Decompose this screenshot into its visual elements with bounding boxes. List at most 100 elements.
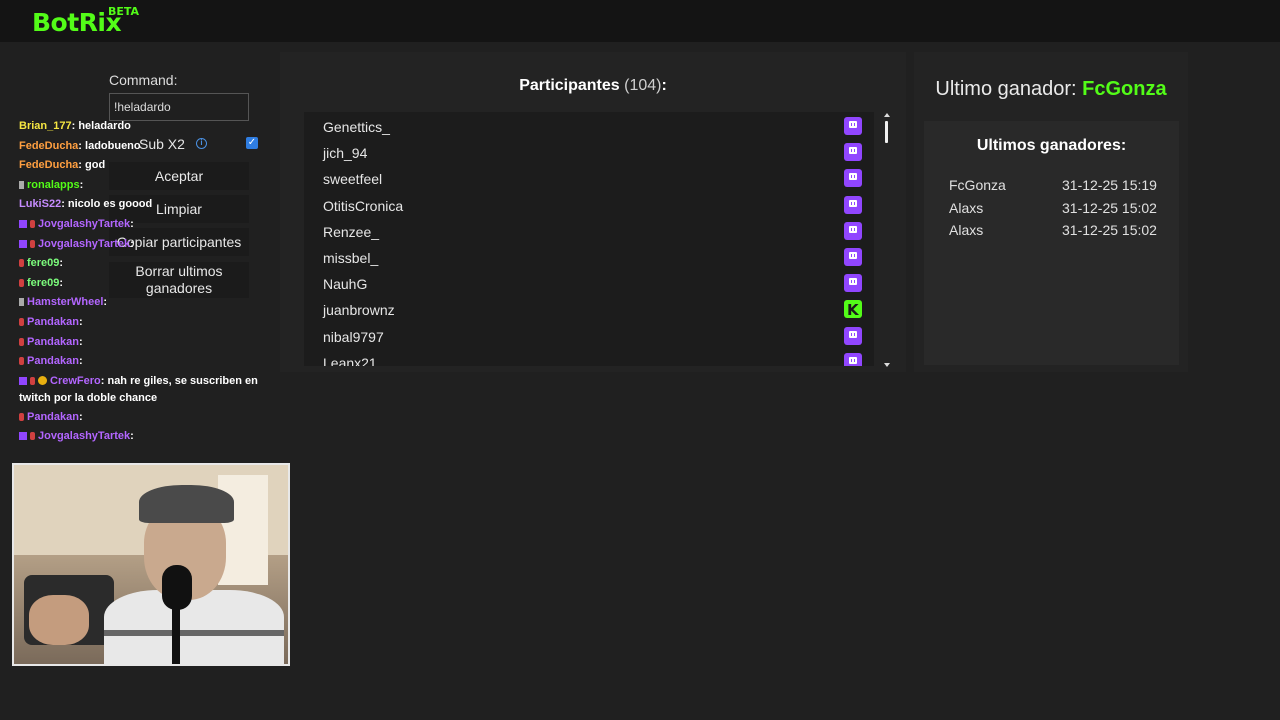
participant-row[interactable]: Genettics_ bbox=[304, 114, 874, 140]
command-input[interactable] bbox=[109, 93, 249, 121]
chat-username[interactable]: JovgalashyTartek bbox=[38, 430, 130, 442]
chat-text: : bbox=[59, 257, 64, 270]
twitch-icon bbox=[844, 352, 862, 366]
chat-text: : bbox=[59, 276, 64, 289]
command-label: Command: bbox=[109, 72, 178, 88]
participant-row[interactable]: missbel_ bbox=[304, 245, 874, 271]
chat-text: : heladardo bbox=[71, 120, 131, 132]
chat-text: : bbox=[79, 178, 84, 191]
chat-message: Pandakan: bbox=[19, 334, 279, 354]
chat-username[interactable]: FedeDucha bbox=[19, 140, 78, 152]
participants-scrollbar[interactable] bbox=[882, 113, 890, 367]
chat-overlay: Brian_177: heladardo FedeDucha: ladobueno… bbox=[19, 118, 279, 448]
chat-message: HamsterWheel: bbox=[19, 294, 279, 314]
twitch-icon bbox=[844, 143, 862, 162]
participants-title: Participantes (104): bbox=[519, 77, 667, 94]
webcam-feed bbox=[12, 463, 290, 666]
participant-row[interactable]: OtitisCronica bbox=[304, 193, 874, 219]
chat-username[interactable]: ronalapps bbox=[27, 179, 80, 191]
purple-badge-icon bbox=[19, 239, 27, 248]
chat-message: LukiS22: nicolo es goood bbox=[19, 196, 279, 216]
participant-name: NauhG bbox=[323, 276, 368, 293]
chat-text: : bbox=[78, 355, 83, 368]
chat-username[interactable]: Pandakan bbox=[27, 336, 79, 348]
chat-text: : ladobueno bbox=[78, 139, 141, 152]
winner-row: Alaxs 31-12-25 15:02 bbox=[949, 222, 1157, 238]
chat-username[interactable]: Brian_177 bbox=[19, 120, 72, 132]
chat-username[interactable]: Pandakan bbox=[27, 411, 79, 423]
beta-badge: BETA bbox=[108, 5, 140, 18]
chat-message: Pandakan: bbox=[19, 353, 279, 373]
chat-text: : bbox=[103, 296, 108, 309]
gold-badge-icon bbox=[38, 376, 47, 386]
participant-name: sweetfeel bbox=[323, 171, 383, 188]
participant-row[interactable]: jich_94 bbox=[304, 140, 874, 166]
chat-username[interactable]: JovgalashyTartek bbox=[38, 238, 130, 250]
participant-row[interactable]: nibal9797 bbox=[304, 324, 874, 350]
red-badge-icon bbox=[19, 412, 24, 421]
twitch-icon bbox=[844, 221, 862, 240]
chat-username[interactable]: LukiS22 bbox=[19, 198, 61, 210]
chat-text: : nicolo es goood bbox=[61, 198, 153, 211]
participant-row[interactable]: Renzee_ bbox=[304, 219, 874, 245]
chat-text: : god bbox=[78, 159, 106, 172]
twitch-icon bbox=[844, 195, 862, 214]
red-badge-icon bbox=[30, 220, 35, 229]
winner-panel: Ultimo ganador: FcGonza Ultimos ganadore… bbox=[914, 52, 1188, 372]
scroll-up-arrow[interactable] bbox=[884, 113, 890, 117]
twitch-icon bbox=[844, 248, 862, 266]
scroll-down-arrow[interactable] bbox=[884, 363, 890, 367]
chat-username[interactable]: Pandakan bbox=[27, 316, 79, 328]
twitch-icon bbox=[844, 326, 862, 345]
chat-message: CrewFero: nah re giles, se suscriben en … bbox=[19, 373, 279, 407]
participant-name: missbel_ bbox=[323, 250, 379, 266]
chat-username[interactable]: fere09 bbox=[27, 257, 59, 269]
chat-message: ronalapps: bbox=[19, 177, 279, 197]
last-winners-title: Ultimos ganadores: bbox=[976, 137, 1127, 154]
chat-text: : bbox=[130, 217, 134, 230]
red-badge-icon bbox=[19, 278, 24, 287]
chat-text: : bbox=[78, 410, 83, 423]
chat-message: JovgalashyTartek: bbox=[19, 428, 279, 448]
participant-row[interactable]: Leanx21 bbox=[304, 350, 874, 366]
chat-text: : bbox=[130, 430, 134, 443]
chat-text: : bbox=[78, 335, 83, 348]
participant-name: Genettics_ bbox=[323, 119, 390, 135]
purple-badge-icon bbox=[19, 376, 27, 385]
gray-badge-icon bbox=[19, 298, 24, 307]
twitch-icon bbox=[844, 274, 862, 293]
kick-icon: K bbox=[844, 300, 862, 319]
participant-name: Renzee_ bbox=[323, 223, 380, 240]
participant-row[interactable]: juanbrownz K bbox=[304, 297, 874, 323]
chat-text: : bbox=[78, 315, 83, 328]
participant-name: juanbrownz bbox=[323, 302, 395, 319]
red-badge-icon bbox=[30, 376, 35, 385]
last-winner-name: FcGonza bbox=[1082, 78, 1167, 100]
purple-badge-icon bbox=[19, 432, 27, 441]
twitch-icon bbox=[844, 117, 862, 135]
chat-username[interactable]: CrewFero bbox=[50, 375, 101, 387]
chat-username[interactable]: HamsterWheel bbox=[27, 296, 103, 308]
participants-list[interactable]: Genettics_ jich_94 sweetfeel OtitisCronica R… bbox=[304, 112, 874, 366]
chat-message: Pandakan: bbox=[19, 409, 279, 429]
red-badge-icon bbox=[19, 357, 24, 366]
chat-username[interactable]: fere09 bbox=[27, 277, 59, 289]
red-badge-icon bbox=[30, 239, 35, 248]
chat-text: : bbox=[130, 237, 134, 250]
chat-username[interactable]: Pandakan bbox=[27, 355, 79, 367]
top-bar: BotRix BETA bbox=[0, 0, 1280, 42]
chat-message: Brian_177: heladardo bbox=[19, 118, 279, 138]
participant-name: nibal9797 bbox=[323, 328, 384, 345]
scroll-thumb[interactable] bbox=[885, 121, 888, 143]
winner-row: Alaxs 31-12-25 15:02 bbox=[949, 200, 1157, 216]
twitch-icon bbox=[844, 169, 862, 188]
gray-badge-icon bbox=[19, 180, 24, 189]
red-badge-icon bbox=[19, 318, 24, 327]
participant-row[interactable]: sweetfeel bbox=[304, 166, 874, 192]
participant-name: OtitisCronica bbox=[323, 197, 404, 214]
participant-name: Leanx21 bbox=[323, 354, 377, 366]
participant-row[interactable]: NauhG bbox=[304, 271, 874, 297]
chat-username[interactable]: JovgalashyTartek bbox=[38, 218, 130, 230]
winner-row: FcGonza 31-12-25 15:19 bbox=[949, 177, 1157, 193]
chat-username[interactable]: FedeDucha bbox=[19, 159, 78, 171]
